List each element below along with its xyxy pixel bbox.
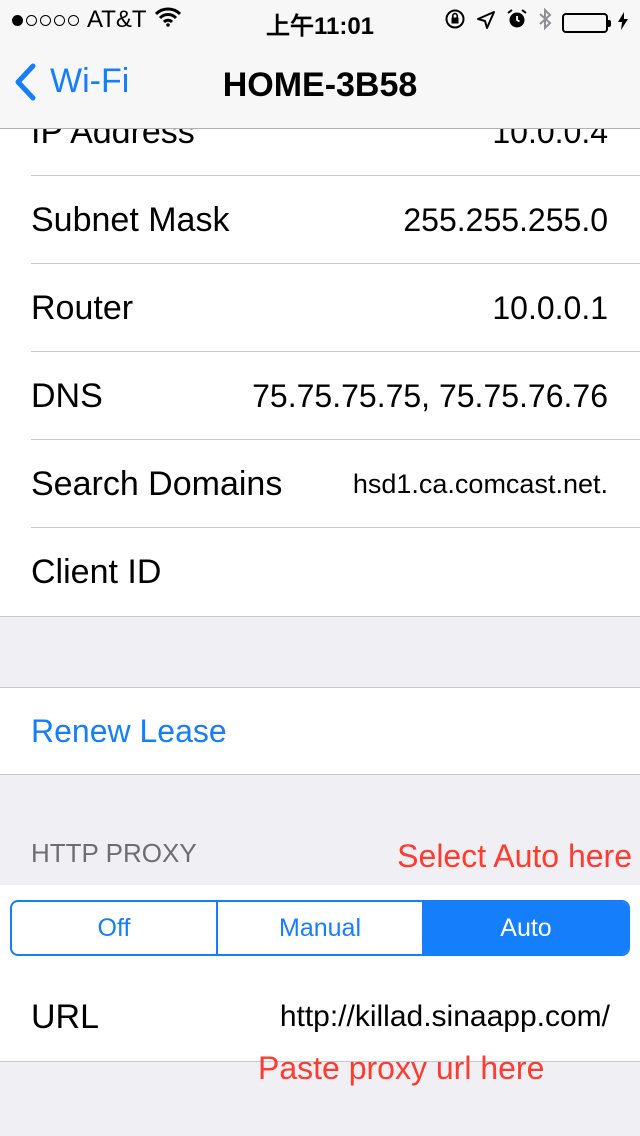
alarm-icon xyxy=(506,8,528,37)
subnet-mask-label: Subnet Mask xyxy=(31,201,230,239)
select-auto-annotation: Select Auto here xyxy=(397,838,632,874)
dns-value: 75.75.75.75, 75.75.76.76 xyxy=(252,378,608,414)
screen: IP Address 10.0.0.4 Subnet Mask 255.255.… xyxy=(0,0,640,1136)
subnet-mask-row: Subnet Mask 255.255.255.0 xyxy=(0,176,640,264)
router-row: Router 10.0.0.1 xyxy=(0,264,640,352)
proxy-manual-segment[interactable]: Manual xyxy=(218,902,424,954)
dns-label: DNS xyxy=(31,377,103,415)
navigation-bar: Wi-Fi HOME-3B58 xyxy=(0,40,640,128)
paste-url-annotation: Paste proxy url here xyxy=(258,1050,545,1086)
proxy-url-row[interactable]: URL http://killad.sinaapp.com/ xyxy=(0,973,640,1061)
search-domains-row: Search Domains hsd1.ca.comcast.net. xyxy=(0,440,640,528)
http-proxy-group: Off Manual Auto URL http://killad.sinaap… xyxy=(0,885,640,1061)
subnet-mask-value: 255.255.255.0 xyxy=(403,202,608,238)
ip-details-group: IP Address 10.0.0.4 Subnet Mask 255.255.… xyxy=(0,88,640,616)
search-domains-label: Search Domains xyxy=(31,465,283,503)
router-value: 10.0.0.1 xyxy=(492,290,608,326)
dns-row: DNS 75.75.75.75, 75.75.76.76 xyxy=(0,352,640,440)
proxy-off-segment[interactable]: Off xyxy=(12,902,218,954)
bluetooth-icon xyxy=(538,7,552,38)
renew-lease-cell[interactable]: Renew Lease xyxy=(0,688,640,774)
client-id-row[interactable]: Client ID xyxy=(0,528,640,616)
status-bar: AT&T 上午11:01 xyxy=(0,0,640,40)
proxy-url-field[interactable]: http://killad.sinaapp.com/ xyxy=(280,973,610,1061)
http-proxy-header: HTTP PROXY xyxy=(31,838,197,868)
proxy-url-label: URL xyxy=(31,998,100,1036)
router-label: Router xyxy=(31,289,134,327)
renew-bottom-divider xyxy=(0,774,640,775)
group-bottom-divider xyxy=(0,616,640,617)
client-id-label: Client ID xyxy=(31,553,162,591)
location-icon xyxy=(476,9,496,37)
network-name-title: HOME-3B58 xyxy=(222,66,418,104)
status-right xyxy=(444,7,628,38)
battery-icon xyxy=(562,12,611,33)
search-domains-value: hsd1.ca.comcast.net. xyxy=(352,469,608,499)
orientation-lock-icon xyxy=(444,8,466,37)
charging-icon xyxy=(618,9,628,37)
proxy-auto-segment[interactable]: Auto xyxy=(424,902,628,954)
renew-lease-button[interactable]: Renew Lease xyxy=(31,688,227,774)
proxy-mode-segmented-control[interactable]: Off Manual Auto xyxy=(10,900,630,956)
top-bar: AT&T 上午11:01 Wi-Fi HOME-3B58 xyxy=(0,0,640,129)
